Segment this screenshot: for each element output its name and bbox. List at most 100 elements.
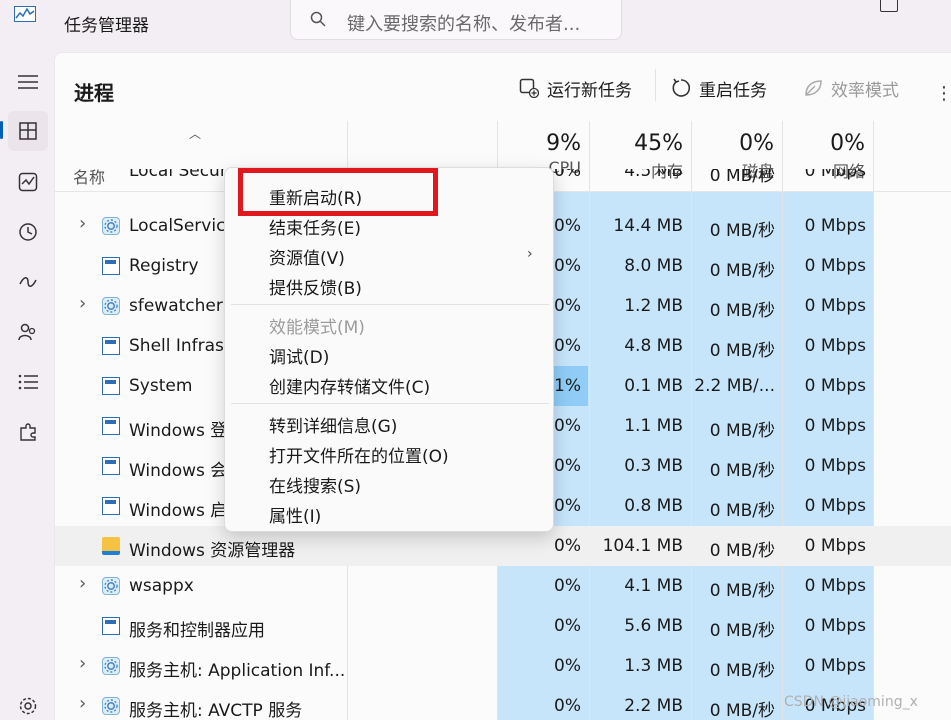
- memory-value: 1.1 MB: [624, 416, 683, 436]
- process-name: LocalService: [129, 216, 236, 236]
- run-new-task-button[interactable]: 运行新任务: [519, 75, 632, 101]
- hamburger-icon: [18, 75, 38, 89]
- process-name: Windows 启: [129, 501, 228, 521]
- menu-separator: [231, 304, 549, 305]
- nav-performance[interactable]: [8, 162, 48, 202]
- cpu-value: 0%: [554, 616, 581, 636]
- users-icon: [18, 323, 36, 341]
- process-name: Windows 会: [129, 461, 228, 481]
- window-icon: [102, 257, 120, 275]
- process-name: 服务和控制器应用: [129, 621, 265, 641]
- expand-chevron-icon[interactable]: ›: [79, 293, 86, 314]
- leaf-icon: [805, 80, 822, 96]
- cpu-value: 0%: [554, 576, 581, 596]
- memory-value: 104.1 MB: [602, 536, 683, 556]
- table-row[interactable]: Windows 资源管理器 0% 104.1 MB 0 MB/秒 0 Mbps: [55, 526, 951, 566]
- network-value: 0 Mbps: [804, 496, 866, 516]
- nav-settings[interactable]: [8, 686, 48, 720]
- memory-value: 2.2 MB: [624, 696, 683, 716]
- menu-item-go-to-details[interactable]: 转到详细信息(G): [269, 412, 397, 437]
- disk-value: 0 MB/秒: [709, 169, 775, 186]
- table-row[interactable]: › 服务主机: Application Inf... 0% 1.3 MB 0 MB/秒 0…: [55, 646, 951, 686]
- nav-users[interactable]: [8, 312, 48, 352]
- menu-item-create-dump[interactable]: 创建内存转储文件(C): [269, 373, 430, 398]
- startup-icon: [19, 277, 37, 287]
- menu-item-feedback[interactable]: 提供反馈(B): [269, 274, 362, 299]
- hamburger-menu-button[interactable]: [8, 62, 48, 102]
- process-name: Windows 资源管理器: [129, 541, 296, 561]
- network-value: 0 Mbps: [804, 376, 866, 396]
- memory-value: 0.1 MB: [624, 376, 683, 396]
- search-input[interactable]: 键入要搜索的名称、发布者...: [347, 10, 580, 36]
- network-value: 0 Mbps: [804, 416, 866, 436]
- maximize-button[interactable]: [880, 0, 898, 12]
- performance-icon: [18, 172, 38, 192]
- memory-value: 1.2 MB: [624, 296, 683, 316]
- menu-item-open-file-location[interactable]: 打开文件所在的位置(O): [269, 442, 449, 467]
- network-value: 0 Mbps: [804, 296, 866, 316]
- search-box[interactable]: 键入要搜索的名称、发布者...: [290, 0, 622, 40]
- window-icon: [102, 457, 120, 475]
- process-name: Shell Infrast: [129, 336, 231, 356]
- memory-value: 5.6 MB: [624, 616, 683, 636]
- restart-icon: [672, 78, 691, 97]
- memory-value: 0.8 MB: [624, 496, 683, 516]
- expand-chevron-icon[interactable]: ›: [79, 653, 86, 674]
- cpu-total-percent: 9%: [546, 131, 581, 156]
- network-value: 0 Mbps: [804, 169, 866, 181]
- nav-app-history[interactable]: [8, 212, 48, 252]
- menu-item-efficiency-mode: 效能模式(M): [269, 318, 365, 338]
- menu-item-resource-values[interactable]: 资源值(V): [269, 244, 345, 269]
- run-new-task-label: 运行新任务: [547, 80, 632, 101]
- disk-value: 0 MB/秒: [709, 501, 775, 521]
- window-icon: [102, 377, 120, 395]
- process-name: 服务主机: Application Inf...: [129, 661, 346, 681]
- expand-chevron-icon[interactable]: ›: [79, 213, 86, 234]
- table-row[interactable]: › wsappx 0% 4.1 MB 0 MB/秒 0 Mbps: [55, 566, 951, 606]
- menu-item-search-online[interactable]: 在线搜索(S): [269, 472, 361, 497]
- efficiency-mode-button[interactable]: 效率模式: [803, 75, 899, 101]
- restart-task-label: 重启任务: [699, 80, 767, 101]
- nav-processes[interactable]: [8, 111, 48, 151]
- menu-item-properties[interactable]: 属性(I): [269, 502, 321, 527]
- nav-startup-apps[interactable]: [8, 262, 48, 302]
- cpu-value: 0%: [554, 536, 581, 556]
- network-value: 0 Mbps: [804, 536, 866, 556]
- disk-value: 0 MB/秒: [709, 701, 775, 720]
- network-value: 0 Mbps: [804, 616, 866, 636]
- process-name: wsappx: [129, 576, 194, 596]
- submenu-chevron-right-icon: ›: [527, 246, 533, 262]
- process-name: sfewatcher: [129, 296, 223, 316]
- expand-chevron-icon[interactable]: ›: [79, 693, 86, 714]
- gear-icon: [102, 217, 120, 235]
- memory-value: 0.3 MB: [624, 456, 683, 476]
- sort-ascending-icon[interactable]: ︿: [189, 125, 201, 142]
- process-name: Registry: [129, 256, 199, 276]
- details-list-icon: [18, 374, 38, 390]
- menu-separator: [231, 403, 549, 404]
- folder-icon: [102, 537, 120, 555]
- network-value: 0 Mbps: [804, 336, 866, 356]
- memory-value: 14.4 MB: [613, 216, 683, 236]
- new-task-icon: [519, 78, 539, 98]
- process-name: System: [129, 376, 193, 396]
- expand-chevron-icon[interactable]: ›: [79, 573, 86, 594]
- memory-value: 1.3 MB: [624, 656, 683, 676]
- search-icon: [310, 11, 326, 27]
- menu-item-debug[interactable]: 调试(D): [269, 343, 329, 368]
- network-value: 0 Mbps: [804, 256, 866, 276]
- disk-value: 0 MB/秒: [709, 661, 775, 681]
- processes-icon: [19, 122, 37, 140]
- nav-details[interactable]: [8, 362, 48, 402]
- memory-value: 8.0 MB: [624, 256, 683, 276]
- window-icon: [102, 337, 120, 355]
- toolbar-separator: [655, 69, 656, 101]
- nav-services[interactable]: [8, 412, 48, 452]
- table-row[interactable]: 服务和控制器应用 0% 5.6 MB 0 MB/秒 0 Mbps: [55, 606, 951, 646]
- restart-task-button[interactable]: 重启任务: [671, 75, 767, 101]
- history-icon: [19, 223, 37, 241]
- more-options-icon[interactable]: ⋮: [935, 83, 951, 104]
- app-title: 任务管理器: [64, 16, 149, 36]
- menu-item-end-task[interactable]: 结束任务(E): [269, 214, 361, 239]
- disk-value: 0 MB/秒: [709, 621, 775, 641]
